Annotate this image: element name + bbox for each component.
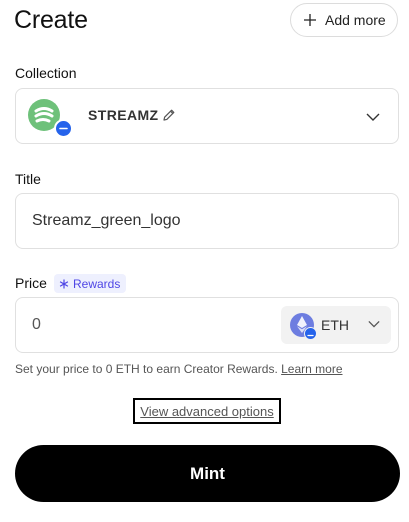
- price-help-message: Set your price to 0 ETH to earn Creator …: [15, 362, 278, 376]
- collection-select[interactable]: STREAMZ: [15, 88, 399, 144]
- title-input[interactable]: [32, 194, 372, 248]
- edit-pencil-icon[interactable]: [162, 108, 176, 122]
- price-input[interactable]: [32, 298, 272, 352]
- rewards-badge[interactable]: Rewards: [54, 274, 127, 293]
- chain-badge-icon: [304, 327, 317, 340]
- add-more-button[interactable]: Add more: [290, 3, 398, 37]
- collection-label: Collection: [15, 65, 77, 81]
- rewards-badge-label: Rewards: [73, 276, 121, 291]
- chain-badge-icon: [54, 119, 73, 138]
- plus-icon: [304, 14, 316, 26]
- page-title: Create: [14, 6, 88, 34]
- collection-name: STREAMZ: [88, 107, 159, 123]
- learn-more-link[interactable]: Learn more: [281, 362, 342, 376]
- chevron-down-icon: [366, 113, 380, 121]
- chevron-down-icon: [368, 320, 380, 328]
- price-field-box: ETH: [15, 297, 399, 353]
- title-field-box: [15, 193, 399, 249]
- title-label: Title: [15, 171, 41, 187]
- currency-select[interactable]: ETH: [281, 306, 391, 344]
- currency-label: ETH: [321, 317, 349, 333]
- mint-button[interactable]: Mint: [15, 445, 400, 502]
- view-advanced-options-link[interactable]: View advanced options: [133, 398, 281, 424]
- add-more-label: Add more: [325, 12, 386, 28]
- price-help-text: Set your price to 0 ETH to earn Creator …: [15, 362, 343, 376]
- snowflake-icon: [59, 279, 69, 288]
- price-label: Price: [15, 275, 47, 291]
